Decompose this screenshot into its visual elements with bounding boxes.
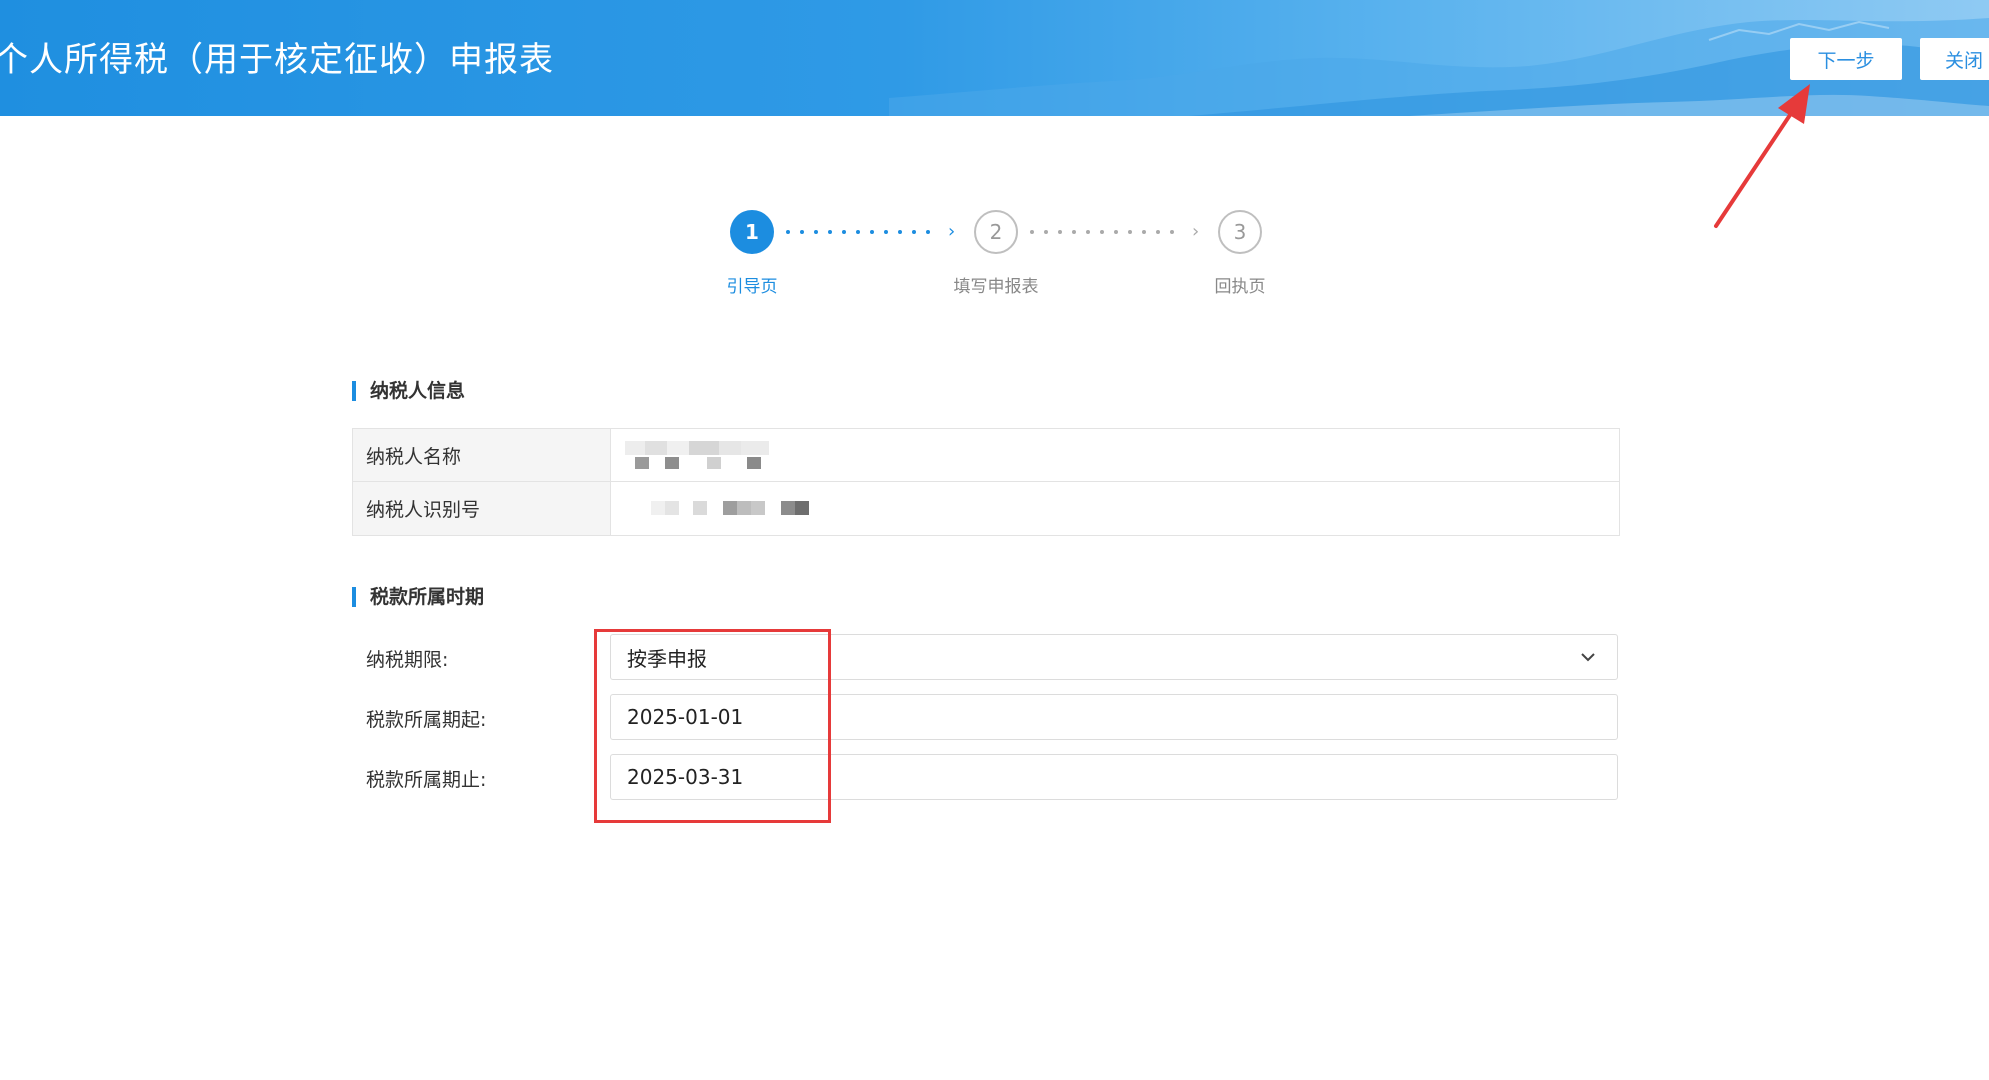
page-title: 个人所得税（用于核定征收）申报表 [0,40,554,80]
table-row: 纳税人名称 [353,429,1619,482]
period-end-label: 税款所属期止: [366,769,487,791]
step-1-circle: 1 [730,210,774,254]
taxpayer-section-title: 纳税人信息 [352,381,465,401]
filing-term-select[interactable]: 按季申报 [610,634,1618,680]
period-end-value: 2025-03-31 [627,765,744,789]
annotation-arrow-icon [1714,84,1810,228]
taxpayer-name-value [611,429,1619,481]
close-button[interactable]: 关闭 [1920,38,1989,80]
period-start-input[interactable]: 2025-01-01 [610,694,1618,740]
chevron-right-icon: › [948,221,956,242]
next-step-button[interactable]: 下一步 [1790,38,1902,80]
step-connector-2: › [1030,222,1204,242]
taxpayer-info-table: 纳税人名称 纳税人识别号 [352,428,1620,536]
filing-term-value: 按季申报 [627,646,707,671]
table-row: 纳税人识别号 [353,482,1619,535]
step-connector-1: › [786,222,960,242]
period-end-input[interactable]: 2025-03-31 [610,754,1618,800]
filing-term-label: 纳税期限: [366,649,449,671]
chevron-right-icon: › [1192,221,1200,242]
period-section-title: 税款所属时期 [352,587,484,607]
step-1-label: 引导页 [726,277,778,297]
period-start-label: 税款所属期起: [366,709,487,731]
step-2-circle: 2 [974,210,1018,254]
period-start-value: 2025-01-01 [627,705,744,729]
step-2-label: 填写申报表 [953,277,1039,297]
step-3-circle: 3 [1218,210,1262,254]
step-3-label: 回执页 [1214,277,1266,297]
taxpayer-id-value [611,482,1619,535]
taxpayer-id-label: 纳税人识别号 [353,482,611,535]
taxpayer-name-label: 纳税人名称 [353,429,611,481]
chevron-down-icon [1581,653,1595,662]
header-bar: 个人所得税（用于核定征收）申报表 下一步 关闭 [0,0,1989,116]
step-progress: 1 引导页 › 2 填写申报表 › 3 回执页 [0,210,1989,300]
